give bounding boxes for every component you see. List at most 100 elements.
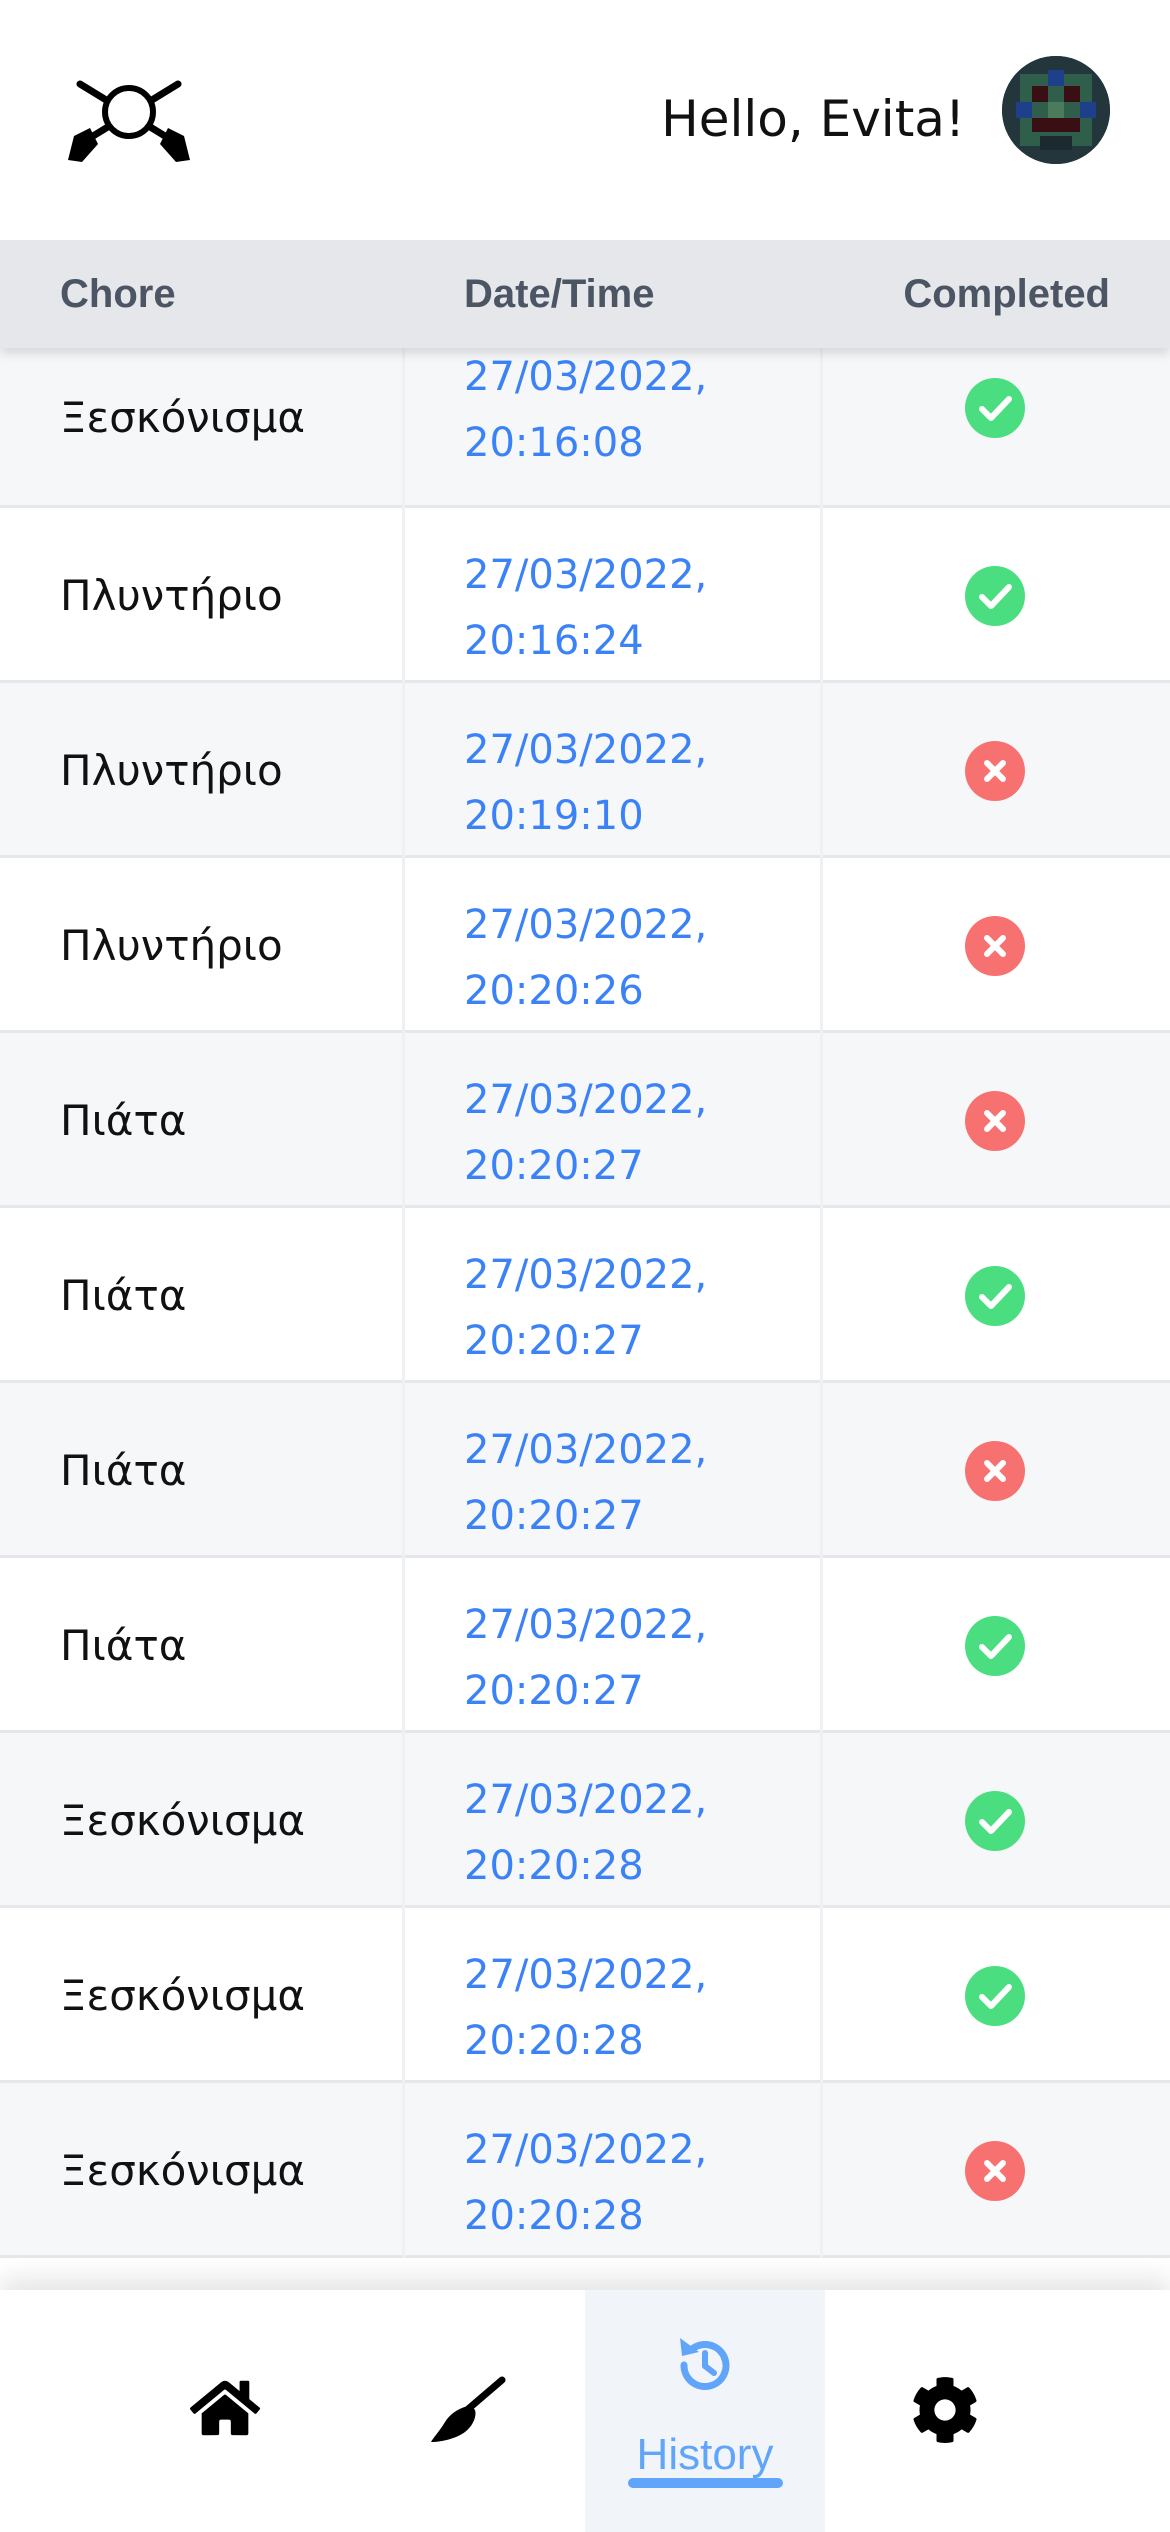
chore-name: Ξεσκόνισμα	[60, 2146, 306, 2195]
column-divider	[820, 1033, 823, 1208]
time-text: 20:20:27	[464, 1493, 644, 1539]
time-text: 20:20:27	[464, 1318, 644, 1364]
table-row[interactable]: Πιάτα 27/03/2022, 20:20:27	[0, 1208, 1170, 1383]
column-divider	[402, 508, 405, 683]
column-divider	[402, 1208, 405, 1383]
date-text: 27/03/2022,	[464, 902, 708, 948]
chore-name: Πιάτα	[60, 1271, 187, 1320]
table-row[interactable]: Πιάτα 27/03/2022, 20:20:27	[0, 1383, 1170, 1558]
column-divider	[820, 1208, 823, 1383]
column-divider	[402, 683, 405, 858]
home-icon	[190, 2380, 260, 2436]
column-divider	[402, 1383, 405, 1558]
column-divider	[820, 1908, 823, 2083]
active-tab-indicator	[628, 2478, 783, 2488]
chore-name: Ξεσκόνισμα	[60, 1971, 306, 2020]
table-row[interactable]: Ξεσκόνισμα 27/03/2022, 20:20:28	[0, 1908, 1170, 2083]
nav-history[interactable]: History	[585, 2290, 825, 2532]
broom-icon	[431, 2376, 506, 2442]
table-row[interactable]: Πλυντήριο 27/03/2022, 20:20:26	[0, 858, 1170, 1033]
table-body: Ξεσκόνισμα 27/03/2022, 20:16:08 Πλυντήριο 27…	[0, 348, 1170, 2290]
chore-name: Πιάτα	[60, 1446, 187, 1495]
completed-check-icon	[965, 1791, 1025, 1851]
not-completed-x-icon	[965, 1091, 1025, 1151]
date-text: 27/03/2022,	[464, 1427, 708, 1473]
avatar[interactable]	[1002, 56, 1110, 164]
datetime-value: 27/03/2022, 20:20:27	[464, 1417, 784, 1549]
date-text: 27/03/2022,	[464, 1252, 708, 1298]
bottom-nav: History	[0, 2290, 1170, 2532]
completed-check-icon	[965, 1966, 1025, 2026]
completed-check-icon	[965, 378, 1025, 438]
not-completed-x-icon	[965, 741, 1025, 801]
chore-name: Ξεσκόνισμα	[60, 393, 306, 442]
time-text: 20:20:28	[464, 2018, 644, 2064]
table-row[interactable]: Ξεσκόνισμα 27/03/2022, 20:20:28	[0, 1733, 1170, 1908]
datetime-value: 27/03/2022, 20:19:10	[464, 717, 784, 849]
completed-check-icon	[965, 566, 1025, 626]
chore-name: Ξεσκόνισμα	[60, 1796, 306, 1845]
column-divider	[820, 858, 823, 1033]
table-header: Chore Date/Time Completed	[0, 240, 1170, 348]
nav-settings[interactable]	[825, 2290, 1065, 2532]
datetime-value: 27/03/2022, 20:20:27	[464, 1242, 784, 1374]
chore-name: Πλυντήριο	[60, 921, 283, 970]
date-text: 27/03/2022,	[464, 1777, 708, 1823]
datetime-value: 27/03/2022, 20:20:28	[464, 2117, 784, 2249]
table-row[interactable]: 27/03/2022,	[0, 2258, 1170, 2290]
completed-check-icon	[965, 1616, 1025, 1676]
column-divider	[402, 2083, 405, 2258]
date-text: 27/03/2022,	[464, 552, 708, 598]
column-divider	[402, 1908, 405, 2083]
time-text: 20:16:24	[464, 618, 644, 664]
completed-check-icon	[965, 1266, 1025, 1326]
not-completed-x-icon	[965, 916, 1025, 976]
date-text: 27/03/2022,	[464, 1077, 708, 1123]
time-text: 20:20:27	[464, 1668, 644, 1714]
not-completed-x-icon	[965, 1441, 1025, 1501]
date-text: 27/03/2022,	[464, 1602, 708, 1648]
history-table: Chore Date/Time Completed Ξεσκόνισμα 27/0…	[0, 240, 1170, 2290]
history-icon	[680, 2338, 730, 2390]
table-row[interactable]: Πιάτα 27/03/2022, 20:20:27	[0, 1558, 1170, 1733]
chore-name: Πλυντήριο	[60, 571, 283, 620]
column-divider	[402, 1733, 405, 1908]
date-text: 27/03/2022,	[464, 354, 708, 400]
greeting-text: Hello, Evita!	[661, 90, 965, 148]
column-divider	[402, 348, 405, 523]
chore-name: Πιάτα	[60, 1096, 187, 1145]
chore-name: Πιάτα	[60, 1621, 187, 1670]
table-row[interactable]: Ξεσκόνισμα 27/03/2022, 20:16:08	[0, 348, 1170, 523]
column-divider	[402, 858, 405, 1033]
gear-icon	[913, 2377, 977, 2443]
column-divider	[402, 1033, 405, 1208]
table-row[interactable]: Πιάτα 27/03/2022, 20:20:27	[0, 1033, 1170, 1208]
column-divider	[820, 1733, 823, 1908]
time-text: 20:20:27	[464, 1143, 644, 1189]
time-text: 20:19:10	[464, 793, 644, 839]
not-completed-x-icon	[965, 2141, 1025, 2201]
datetime-value: 27/03/2022, 20:20:28	[464, 1942, 784, 2074]
datetime-value: 27/03/2022, 20:20:26	[464, 892, 784, 1024]
nav-history-label: History	[636, 2430, 774, 2479]
nav-home[interactable]	[105, 2290, 345, 2532]
table-row[interactable]: Πλυντήριο 27/03/2022, 20:19:10	[0, 683, 1170, 858]
date-text: 27/03/2022,	[464, 2127, 708, 2173]
column-divider	[820, 1558, 823, 1733]
datetime-value: 27/03/2022, 20:20:27	[464, 1067, 784, 1199]
chore-name: Πλυντήριο	[60, 746, 283, 795]
nav-chores[interactable]	[345, 2290, 585, 2532]
time-text: 20:20:28	[464, 1843, 644, 1889]
column-divider	[820, 683, 823, 858]
crossed-brooms-logo[interactable]	[60, 70, 200, 170]
table-row[interactable]: Πλυντήριο 27/03/2022, 20:16:24	[0, 508, 1170, 683]
column-divider	[820, 1383, 823, 1558]
time-text: 20:20:26	[464, 968, 644, 1014]
column-header-completed[interactable]: Completed	[0, 240, 1170, 348]
table-row[interactable]: Ξεσκόνισμα 27/03/2022, 20:20:28	[0, 2083, 1170, 2258]
datetime-value: 27/03/2022, 20:20:27	[464, 1592, 784, 1724]
datetime-value: 27/03/2022, 20:16:24	[464, 542, 784, 674]
date-text: 27/03/2022,	[464, 1952, 708, 1998]
time-text: 20:16:08	[464, 420, 644, 466]
top-bar: Hello, Evita!	[0, 0, 1170, 240]
